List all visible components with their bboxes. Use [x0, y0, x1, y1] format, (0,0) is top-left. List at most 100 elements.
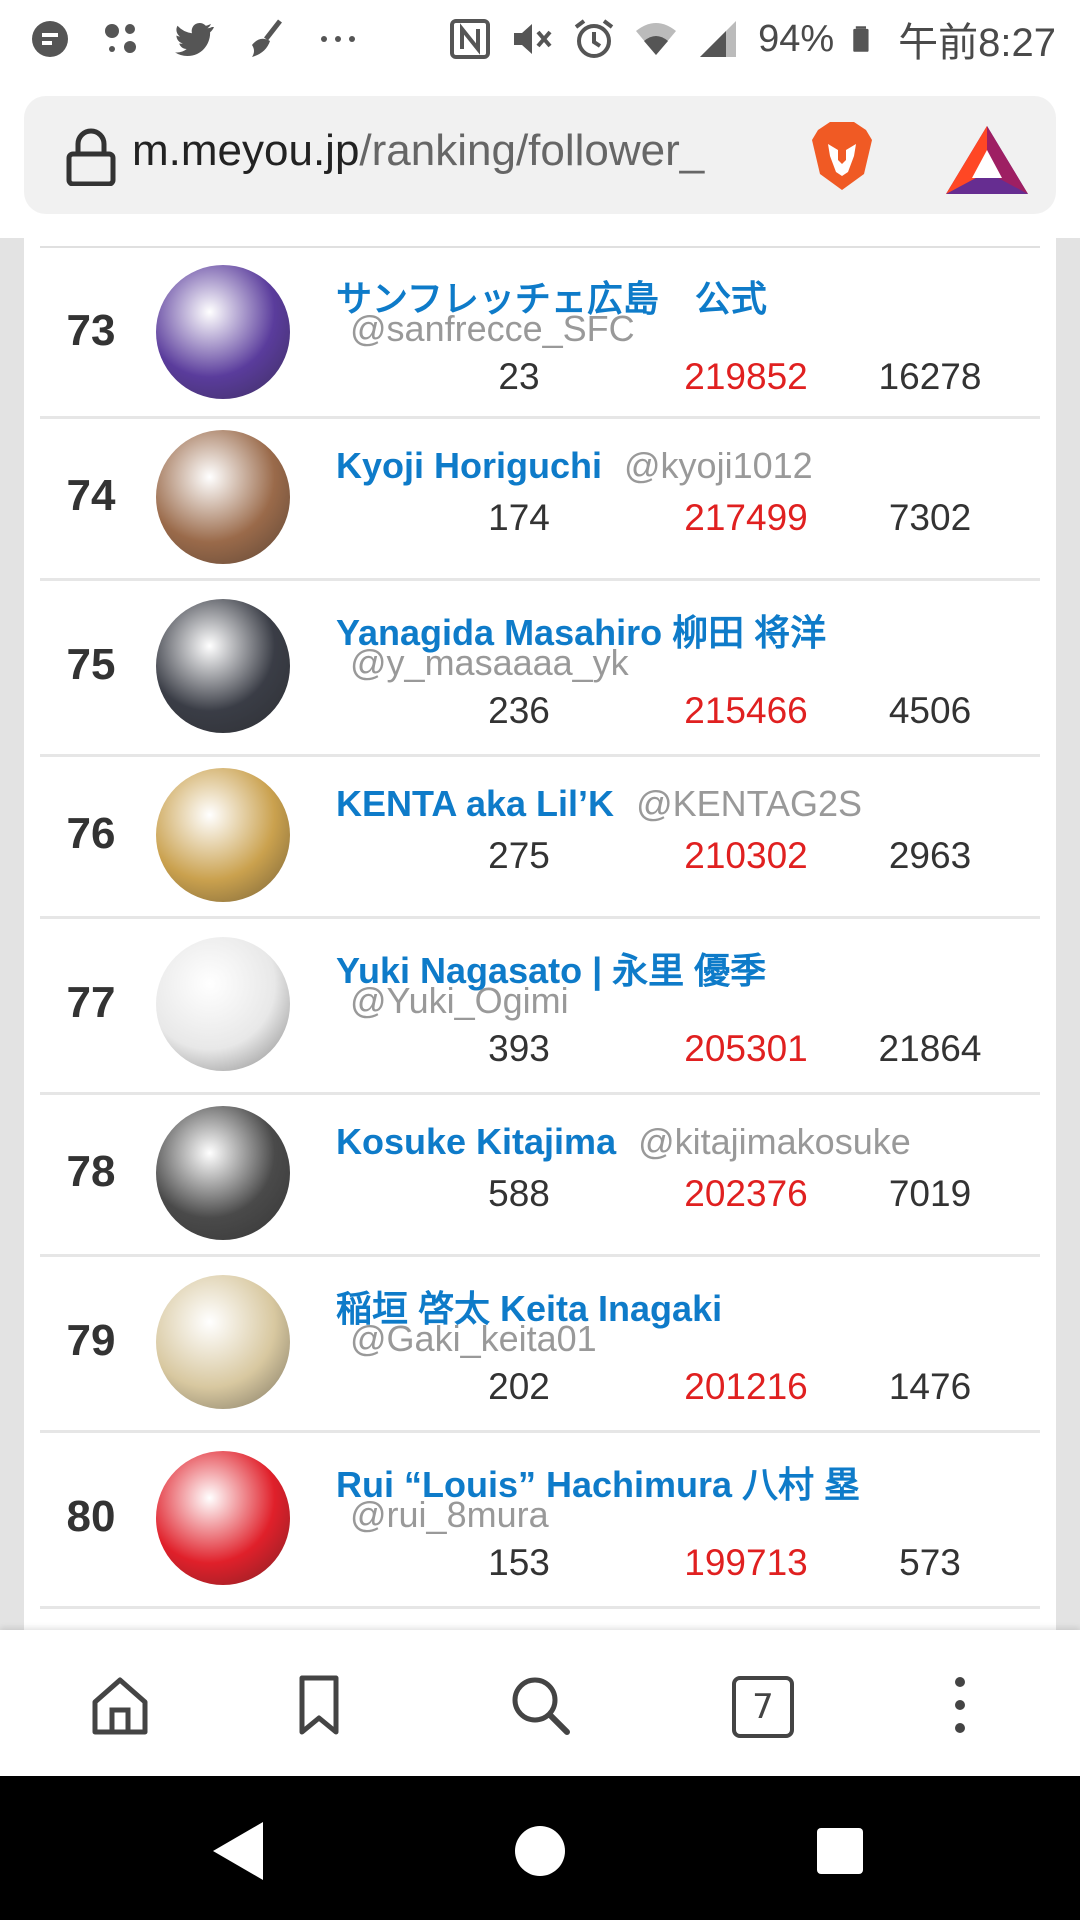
user-handle[interactable]: @KENTAG2S — [636, 783, 862, 824]
bat-triangle-icon[interactable] — [942, 120, 1032, 200]
broom-icon — [252, 19, 282, 57]
table-row[interactable]: 74 Kyoji Horiguchi @kyoji1012 174 217499 7302 — [40, 416, 1040, 581]
tweet-count: 7019 — [888, 1173, 972, 1214]
system-nav-bar — [0, 1776, 1080, 1920]
menu-icon[interactable] — [925, 1670, 995, 1740]
table-row[interactable]: 80 @rui_8mura Rui “Louis” Hachimura 八村 塁 15… — [40, 1430, 1040, 1609]
url-text[interactable]: m.meyou.jp/ranking/follower_ — [132, 126, 792, 176]
home-circle-icon[interactable] — [505, 1816, 575, 1886]
nfc-icon — [450, 19, 491, 59]
back-icon[interactable] — [205, 1816, 275, 1886]
table-row[interactable]: 79 @Gaki_keita01 稲垣 啓太 Keita Inagaki 202 201… — [40, 1254, 1040, 1433]
following-count: 393 — [488, 1028, 550, 1069]
follower-count: 202376 — [684, 1173, 808, 1214]
clock: 午前8:27 — [898, 21, 1056, 65]
user-handle[interactable]: @kitajimakosuke — [638, 1121, 911, 1162]
address-bar[interactable]: m.meyou.jp/ranking/follower_ — [24, 96, 1056, 214]
tweet-count: 21864 — [878, 1028, 982, 1069]
tabs-count: 7 — [732, 1676, 794, 1738]
rank-number: 79 — [66, 1316, 116, 1365]
avatar[interactable] — [156, 599, 290, 733]
table-row[interactable]: 78 Kosuke Kitajima @kitajimakosuke 588 20237… — [40, 1092, 1040, 1257]
signal-icon — [700, 21, 737, 57]
ranking-list: 73 @sanfrecce_SFC サンフレッチェ広島 公式 23 219852 1627… — [24, 238, 1056, 1630]
browser-header: m.meyou.jp/ranking/follower_ — [0, 78, 1080, 238]
table-row[interactable]: 76 KENTA aka Lil’K @KENTAG2S 275 210302 2963 — [40, 754, 1040, 919]
tweet-count: 573 — [899, 1542, 961, 1583]
more-dots-icon — [321, 36, 355, 42]
rank-number: 75 — [66, 640, 116, 689]
user-name-line: Rui “Louis” Hachimura 八村 塁 — [336, 1456, 860, 1508]
dots-app-icon — [105, 24, 136, 53]
user-name-line: サンフレッチェ広島 公式 — [336, 270, 767, 322]
avatar[interactable] — [156, 1451, 290, 1585]
following-count: 153 — [488, 1542, 550, 1583]
user-name-link[interactable]: Yuki Nagasato | 永里 優季 — [336, 950, 766, 991]
user-name-link[interactable]: Yanagida Masahiro 柳田 将洋 — [336, 612, 826, 653]
user-name-line: 稲垣 啓太 Keita Inagaki — [336, 1280, 722, 1332]
following-count: 588 — [488, 1173, 550, 1214]
mute-icon — [514, 24, 552, 54]
rank-number: 74 — [66, 471, 116, 520]
status-bar: 94% 午前8:27 — [0, 0, 1080, 78]
user-name-link[interactable]: Kyoji Horiguchi — [336, 445, 602, 486]
url-domain: m.meyou.jp — [132, 126, 360, 175]
search-icon[interactable] — [505, 1670, 575, 1740]
battery-percent: 94% — [758, 17, 835, 60]
avatar[interactable] — [156, 430, 290, 564]
user-name-link[interactable]: 稲垣 啓太 Keita Inagaki — [336, 1288, 722, 1329]
user-name-link[interactable]: サンフレッチェ広島 公式 — [336, 278, 767, 319]
avatar[interactable] — [156, 768, 290, 902]
user-name-line: Yuki Nagasato | 永里 優季 — [336, 942, 766, 994]
follower-count: 210302 — [684, 835, 808, 876]
following-count: 202 — [488, 1366, 550, 1407]
user-name-line: Yanagida Masahiro 柳田 将洋 — [336, 604, 826, 656]
url-path: /ranking/follower_ — [359, 126, 705, 175]
battery-icon — [853, 26, 869, 52]
following-count: 275 — [488, 835, 550, 876]
user-name-line: Kyoji Horiguchi @kyoji1012 — [336, 445, 813, 487]
tweet-count: 2963 — [888, 835, 972, 876]
tweet-count: 16278 — [878, 356, 982, 397]
following-count: 174 — [488, 497, 550, 538]
user-name-link[interactable]: KENTA aka Lil’K — [336, 783, 614, 824]
brave-lion-icon[interactable] — [802, 116, 882, 196]
user-name-line: Kosuke Kitajima @kitajimakosuke — [336, 1121, 911, 1163]
table-row[interactable]: 75 @y_masaaaa_yk Yanagida Masahiro 柳田 将洋 23… — [40, 578, 1040, 757]
alarm-icon — [574, 19, 614, 58]
follower-count: 215466 — [684, 690, 808, 731]
rank-number: 80 — [66, 1492, 116, 1541]
bookmark-icon[interactable] — [284, 1670, 354, 1740]
recents-icon[interactable] — [805, 1816, 875, 1886]
avatar[interactable] — [156, 1275, 290, 1409]
rank-number: 73 — [66, 306, 116, 355]
status-left — [28, 0, 360, 78]
status-right: 94% 午前8:27 — [448, 0, 1056, 78]
rank-number: 76 — [66, 809, 116, 858]
user-name-line: KENTA aka Lil’K @KENTAG2S — [336, 783, 862, 825]
follower-count: 219852 — [684, 356, 808, 397]
twitter-icon — [175, 22, 214, 57]
tabs-icon[interactable]: 7 — [728, 1670, 798, 1740]
follower-count: 205301 — [684, 1028, 808, 1069]
follower-count: 199713 — [684, 1542, 808, 1583]
user-handle[interactable]: @kyoji1012 — [624, 445, 813, 486]
home-icon[interactable] — [85, 1670, 155, 1740]
tweet-count: 7302 — [888, 497, 972, 538]
user-name-link[interactable]: Kosuke Kitajima — [336, 1121, 616, 1162]
following-count: 236 — [488, 690, 550, 731]
wifi-icon — [636, 23, 677, 55]
user-name-link[interactable]: Rui “Louis” Hachimura 八村 塁 — [336, 1464, 860, 1505]
rank-number: 77 — [66, 978, 116, 1027]
follower-count: 217499 — [684, 497, 808, 538]
avatar[interactable] — [156, 265, 290, 399]
avatar[interactable] — [156, 937, 290, 1071]
table-row[interactable]: 77 @Yuki_Ogimi Yuki Nagasato | 永里 優季 393 205… — [40, 916, 1040, 1095]
lock-icon[interactable] — [64, 128, 118, 186]
follower-count: 201216 — [684, 1366, 808, 1407]
assistant-icon — [32, 21, 68, 57]
avatar[interactable] — [156, 1106, 290, 1240]
browser-toolbar: 7 — [0, 1630, 1080, 1776]
tweet-count: 1476 — [888, 1366, 972, 1407]
table-row[interactable]: 73 @sanfrecce_SFC サンフレッチェ広島 公式 23 219852 1627… — [40, 248, 1040, 419]
